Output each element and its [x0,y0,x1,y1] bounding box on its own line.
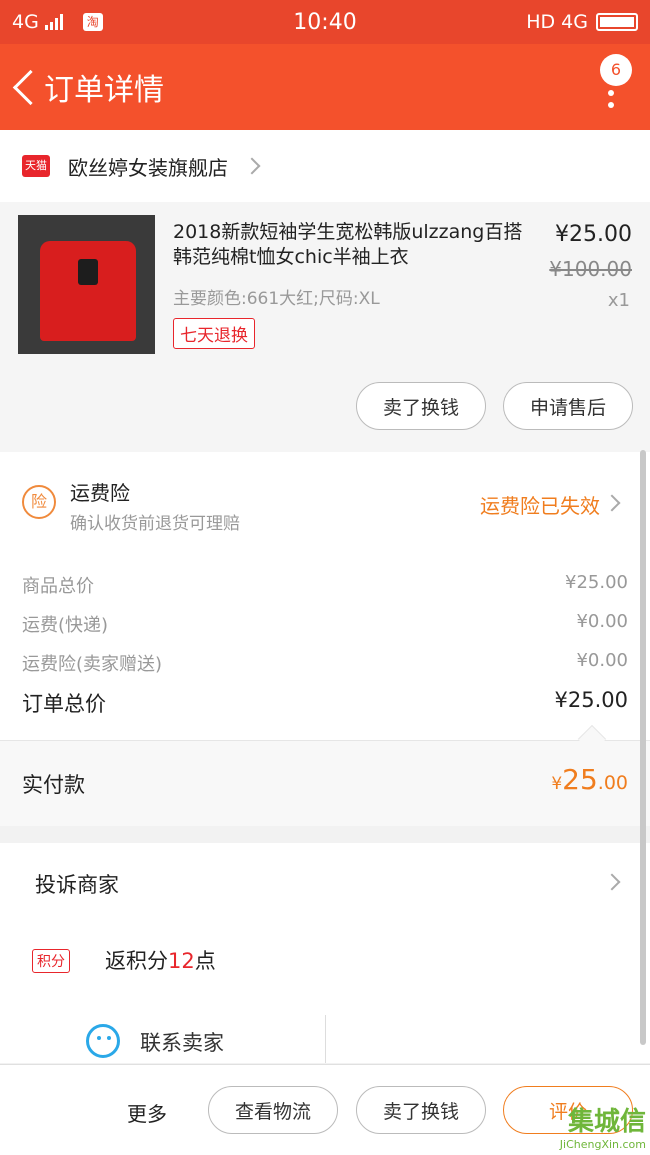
more-button[interactable]: 更多 [127,1098,167,1127]
summary-value: ¥0.00 [576,650,628,671]
points-value: 12 [168,949,195,973]
status-right: HD 4G [438,11,638,33]
shipping-insurance-row[interactable]: 险 运费险 确认收货前退货可理赔 运费险已失效 [0,452,650,552]
signal-icon [44,14,63,30]
summary-label: 运费险(卖家赠送) [22,654,163,675]
contact-seller-button[interactable]: 联系卖家 [140,1027,224,1057]
paid-amount-row: 实付款 ¥25.00 [0,724,650,826]
summary-value: ¥0.00 [576,611,628,632]
tshirt-image [40,241,136,341]
insurance-title: 运费险 [70,481,130,505]
insurance-subtitle: 确认收货前退货可理赔 [70,514,240,534]
chevron-right-icon [603,494,621,512]
product-card[interactable]: 2018新款短袖学生宽松韩版ulzzang百搭韩范纯棉t恤女chic半袖上衣 主… [0,202,650,452]
divider [325,1015,326,1063]
status-left: 4G 淘 [12,11,212,33]
watermark-title: 集城信 [567,1107,646,1137]
chevron-right-icon [243,157,261,175]
summary-value: ¥25.00 [565,572,628,593]
order-total-value: ¥25.00 [554,688,628,712]
points-suffix: 点 [194,949,216,973]
view-logistics-button[interactable]: 查看物流 [208,1086,338,1134]
battery-icon [596,13,638,31]
paid-decimal: .00 [597,772,628,794]
chat-icon[interactable] [86,1024,120,1058]
hd-4g-label: HD 4G [526,11,588,33]
insurance-status: 运费险已失效 [480,494,600,518]
shop-name: 欧丝婷女装旗舰店 [68,155,228,180]
watermark: 集城信 JiChengXin.com [560,1101,646,1151]
product-price: ¥25.00 [555,222,632,247]
summary-row: 商品总价 ¥25.00 [22,572,628,598]
nav-bar: 订单详情 6 [0,44,650,130]
status-time: 10:40 [293,9,357,35]
resell-button[interactable]: 卖了换钱 [356,382,486,430]
paid-label: 实付款 [22,773,85,797]
product-quantity: x1 [607,290,630,311]
tmall-icon: 天猫 [22,155,50,177]
points-reward: 返积分12点 [105,945,216,975]
bottom-action-bar: 更多 查看物流 卖了换钱 评价 集城信 JiChengXin.com [0,1064,650,1155]
shop-row[interactable]: 天猫 欧丝婷女装旗舰店 [0,130,650,202]
resell-button[interactable]: 卖了换钱 [356,1086,486,1134]
back-icon[interactable] [6,44,46,130]
complain-merchant-link[interactable]: 投诉商家 [35,869,119,899]
insurance-icon: 险 [22,485,56,519]
message-badge[interactable]: 6 [600,54,632,86]
network-label: 4G [12,11,39,33]
product-original-price: ¥100.00 [549,257,632,281]
paid-amount: ¥25.00 [551,763,628,796]
scrollbar[interactable] [640,450,646,1045]
summary-label: 商品总价 [22,576,94,597]
paid-currency: ¥ [551,774,563,794]
paid-integer: 25 [562,763,598,796]
return-policy-tag: 七天退换 [173,318,255,349]
status-bar: 4G 淘 10:40 HD 4G [0,0,650,44]
summary-label: 运费(快递) [22,615,109,636]
order-total-label: 订单总价 [22,692,106,716]
watermark-url: JiChengXin.com [559,1138,646,1151]
points-tag: 积分 [32,949,70,973]
product-thumbnail[interactable] [18,215,155,354]
taobao-notification-icon: 淘 [82,13,103,31]
summary-row: 运费(快递) ¥0.00 [22,611,628,637]
page-title: 订单详情 [44,73,164,108]
chevron-right-icon [603,873,621,891]
order-total-row: 订单总价 ¥25.00 [22,688,628,718]
after-sale-button[interactable]: 申请售后 [503,382,633,430]
order-actions: 投诉商家 积分 返积分12点 联系卖家 [0,843,650,1063]
summary-row: 运费险(卖家赠送) ¥0.00 [22,650,628,676]
product-attributes: 主要颜色:661大红;尺码:XL [173,289,380,309]
price-summary: 商品总价 ¥25.00 运费(快递) ¥0.00 运费险(卖家赠送) ¥0.00… [0,552,650,740]
product-title: 2018新款短袖学生宽松韩版ulzzang百搭韩范纯棉t恤女chic半袖上衣 [173,221,523,268]
points-prefix: 返积分 [105,949,168,973]
